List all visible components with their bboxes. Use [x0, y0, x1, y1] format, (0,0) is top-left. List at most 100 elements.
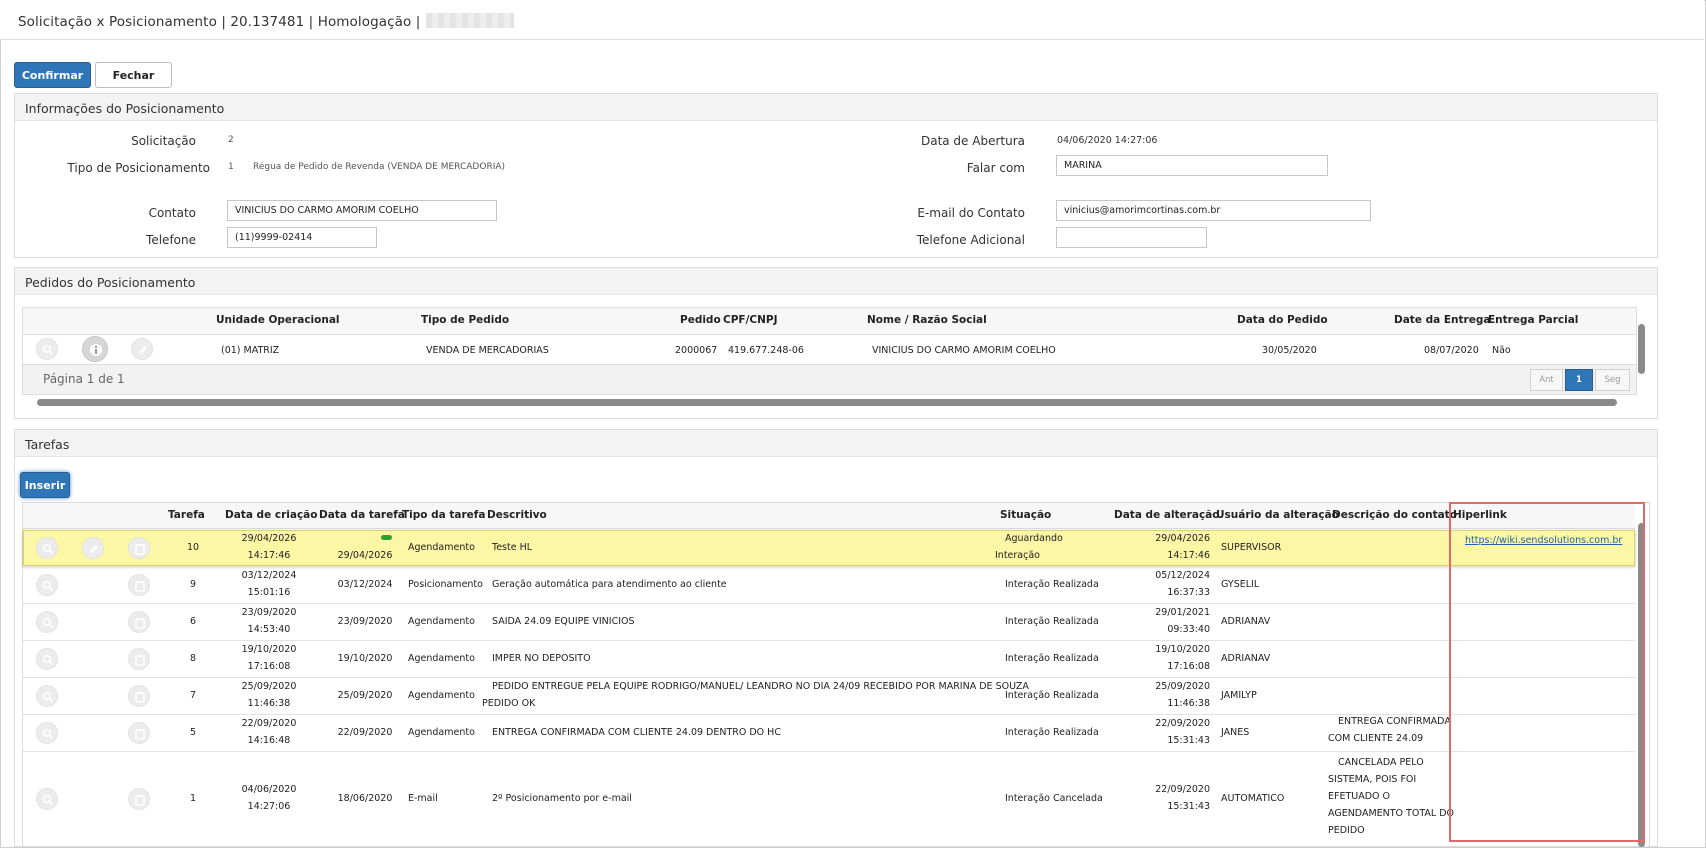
- pager-prev-button[interactable]: Ant: [1530, 369, 1563, 391]
- redacted-text: [426, 13, 515, 28]
- search-icon[interactable]: [36, 573, 58, 596]
- col-descricao-contato: Descrição do contato: [1332, 509, 1457, 521]
- clipboard-icon[interactable]: [128, 610, 150, 633]
- task-date: 29/04/2026: [337, 550, 393, 561]
- task-number: 9: [189, 578, 197, 590]
- title-bar: Solicitação x Posicionamento | 20.137481…: [0, 0, 1704, 40]
- task-description: Geração automática para atendimento ao c…: [492, 578, 727, 590]
- task-created-time: 14:27:06: [247, 801, 291, 812]
- task-number: 6: [189, 615, 197, 627]
- task-contact-description-line: AGENDAMENTO TOTAL DO: [1328, 807, 1455, 819]
- task-type: Agendamento: [408, 615, 475, 627]
- col-data-tarefa: Data da tarefa: [319, 509, 405, 521]
- task-created-date: 04/06/2020: [241, 784, 297, 795]
- pencil-icon[interactable]: [82, 537, 104, 559]
- task-altered-user: ADRIANAV: [1221, 652, 1271, 664]
- pencil-icon[interactable]: [131, 338, 153, 360]
- col-data-entrega: Date da Entrega: [1394, 314, 1491, 326]
- contato-field[interactable]: VINICIUS DO CARMO AMORIM COELHO: [227, 200, 497, 221]
- task-contact-description-line: PEDIDO: [1328, 824, 1365, 836]
- data-abertura-value: 04/06/2020 14:27:06: [1057, 135, 1158, 146]
- info-icon[interactable]: [82, 336, 108, 362]
- col-data-pedido: Data do Pedido: [1237, 314, 1328, 326]
- task-status: Interação Realizada: [1005, 689, 1099, 701]
- task-number: 7: [189, 689, 197, 701]
- search-icon[interactable]: [36, 788, 58, 810]
- pager-next-button[interactable]: Seg: [1595, 369, 1630, 391]
- telefone-field[interactable]: (11)9999-02414: [227, 227, 377, 248]
- clipboard-icon[interactable]: [128, 647, 150, 670]
- task-date: 23/09/2020: [337, 615, 393, 627]
- orders-horizontal-scrollbar[interactable]: [25, 399, 1635, 407]
- task-type: Agendamento: [408, 726, 475, 738]
- task-type: Agendamento: [408, 652, 475, 664]
- task-contact-description-line: CANCELADA PELO: [1338, 756, 1424, 768]
- task-status: Interação Cancelada: [1005, 793, 1103, 804]
- task-type: Agendamento: [408, 542, 475, 553]
- search-icon[interactable]: [36, 610, 58, 633]
- data-abertura-label: Data de Abertura: [920, 134, 1025, 148]
- telefone-adicional-field[interactable]: [1056, 227, 1207, 248]
- task-contact-description-line: SISTEMA, POIS FOI: [1328, 773, 1417, 785]
- search-icon[interactable]: [36, 537, 58, 559]
- info-panel-title: Informações do Posicionamento: [15, 94, 1657, 121]
- task-contact-description-line: EFETUADO O: [1328, 790, 1391, 802]
- col-cpf: CPF/CNPJ: [723, 314, 778, 326]
- col-tarefa: Tarefa: [168, 509, 205, 521]
- tipo-posicionamento-code: 1: [228, 162, 234, 172]
- task-altered-date: 22/09/2020: [1155, 784, 1210, 795]
- close-button[interactable]: Fechar: [95, 62, 172, 88]
- task-status: Interação Realizada: [1005, 615, 1099, 627]
- email-contato-field[interactable]: vinicius@amorimcortinas.com.br: [1056, 200, 1371, 221]
- task-altered-date: 25/09/2020: [1155, 680, 1210, 692]
- task-description: PEDIDO ENTREGUE PELA EQUIPE RODRIGO/MANU…: [492, 680, 1029, 692]
- task-altered-time: 16:37:33: [1167, 586, 1210, 598]
- col-situacao: Situação: [1000, 509, 1052, 521]
- order-unidade: (01) MATRIZ: [221, 345, 280, 356]
- row-divider: [23, 677, 1635, 678]
- task-status: Interação Realizada: [1005, 578, 1099, 590]
- task-number: 8: [189, 652, 197, 664]
- falar-com-field[interactable]: MARINA: [1056, 155, 1328, 176]
- insert-task-button[interactable]: Inserir: [20, 472, 70, 498]
- task-description: SAIDA 24.09 EQUIPE VINICIOS: [492, 615, 635, 627]
- window-title: Solicitação x Posicionamento | 20.137481…: [18, 13, 515, 30]
- task-altered-date: 19/10/2020: [1155, 643, 1210, 655]
- clipboard-icon[interactable]: [128, 721, 150, 744]
- task-contact-description-line: ENTREGA CONFIRMADA: [1338, 715, 1451, 727]
- col-usuario-alteracao: Usuário da alteração: [1216, 509, 1339, 521]
- col-tipo-pedido: Tipo de Pedido: [421, 314, 510, 326]
- task-altered-user: JANES: [1221, 726, 1250, 738]
- order-parcial: Não: [1492, 345, 1511, 356]
- clipboard-icon[interactable]: [128, 684, 150, 707]
- task-altered-time: 09:33:40: [1167, 623, 1210, 635]
- clipboard-icon[interactable]: [128, 537, 150, 559]
- search-icon[interactable]: [36, 721, 58, 744]
- col-descritivo: Descritivo: [487, 509, 547, 521]
- col-unidade: Unidade Operacional: [216, 314, 340, 326]
- search-icon[interactable]: [36, 338, 58, 360]
- orders-vertical-scrollbar[interactable]: [1638, 310, 1646, 388]
- tipo-posicionamento-value: Régua de Pedido de Revenda (VENDA DE MER…: [253, 162, 506, 172]
- task-created-time: 14:53:40: [247, 623, 291, 635]
- search-icon[interactable]: [36, 684, 58, 707]
- task-type: Posicionamento: [408, 578, 483, 590]
- task-type: Agendamento: [408, 689, 475, 701]
- confirm-button[interactable]: Confirmar: [14, 62, 91, 88]
- solicitacao-label: Solicitação: [131, 134, 196, 148]
- orders-pager-bar: [23, 364, 1636, 394]
- task-type: E-mail: [408, 793, 438, 804]
- task-date: 03/12/2024: [337, 578, 393, 590]
- order-data-pedido: 30/05/2020: [1262, 345, 1317, 356]
- pager-page-1-button[interactable]: 1: [1565, 369, 1593, 391]
- clipboard-icon[interactable]: [128, 573, 150, 596]
- window-title-text: Solicitação x Posicionamento | 20.137481…: [18, 14, 421, 30]
- task-created-date: 22/09/2020: [241, 717, 297, 729]
- clipboard-icon[interactable]: [128, 788, 150, 810]
- search-icon[interactable]: [36, 647, 58, 670]
- row-divider: [23, 751, 1635, 752]
- task-created-time: 17:16:08: [247, 660, 291, 672]
- task-altered-user: GYSELIL: [1221, 578, 1260, 590]
- col-nome: Nome / Razão Social: [867, 314, 987, 326]
- col-pedido: Pedido: [680, 314, 721, 326]
